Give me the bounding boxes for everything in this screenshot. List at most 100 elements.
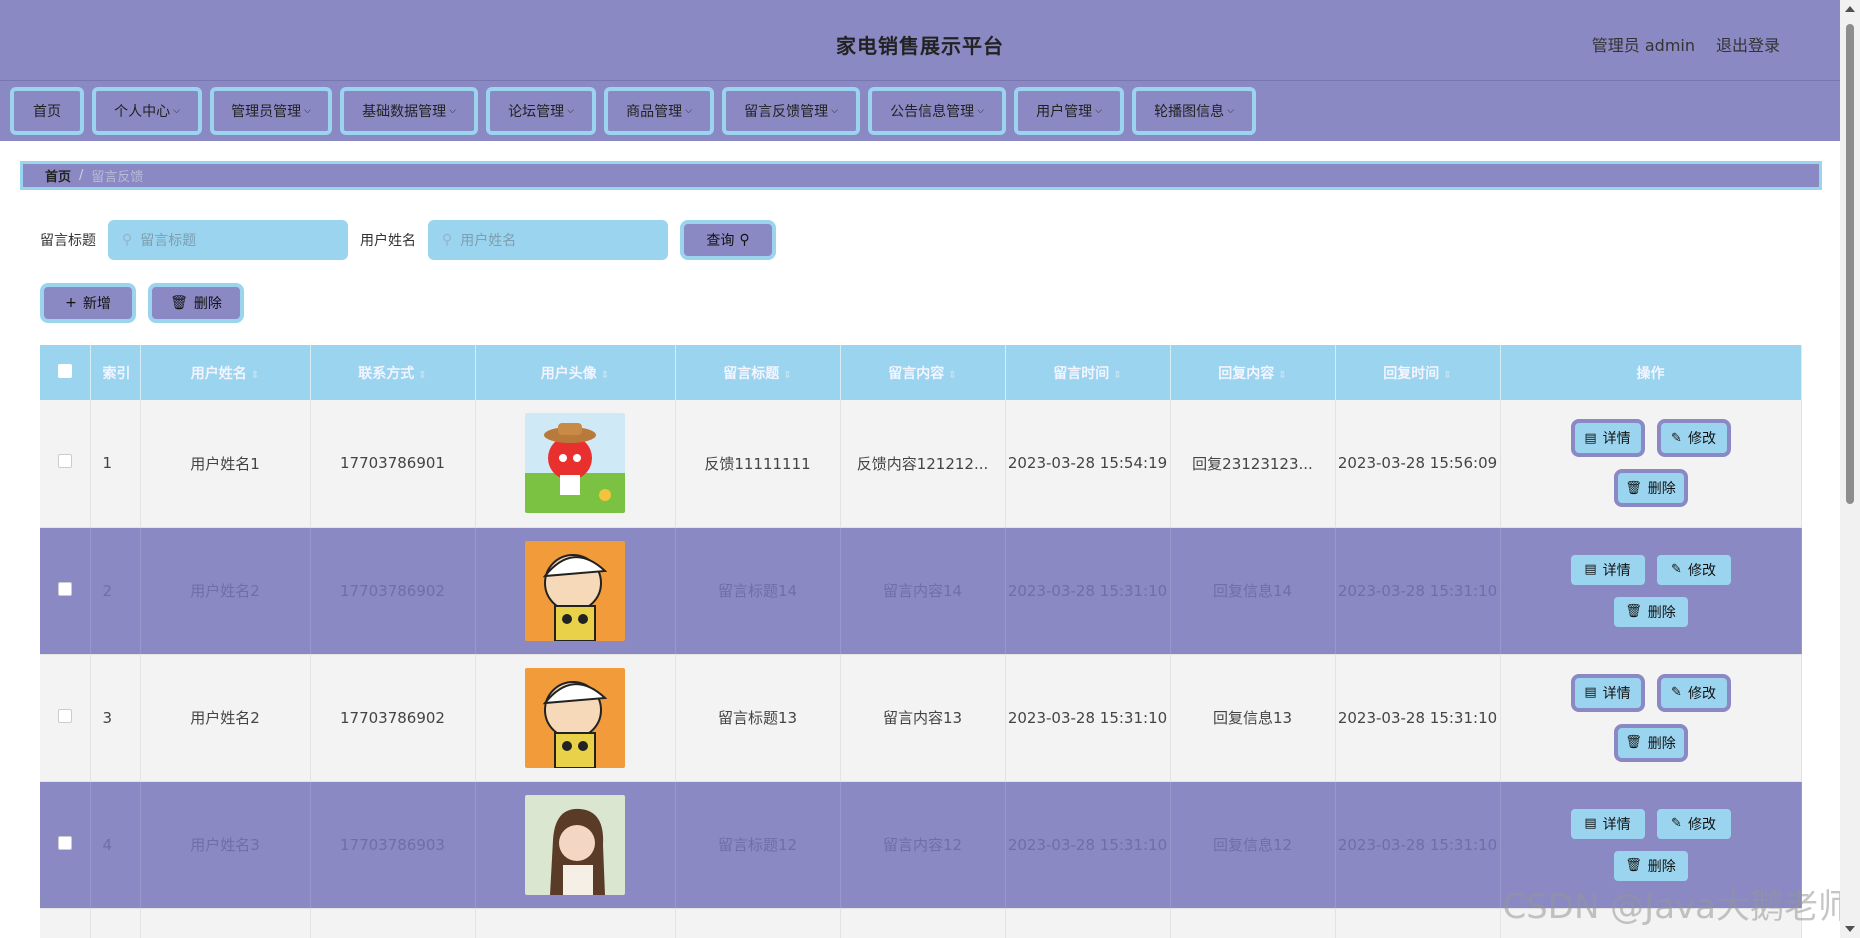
detail-button[interactable]: ▤ 详情 <box>1570 554 1645 585</box>
column-header[interactable]: 用户头像 ⇕ <box>475 345 676 400</box>
nav-item-user[interactable]: 用户管理 ⌵ <box>1014 87 1124 135</box>
bulk-delete-button[interactable]: 🗑 删除 <box>148 283 244 323</box>
row-select-cell[interactable] <box>40 527 91 655</box>
edit-label: 修改 <box>1687 431 1716 448</box>
empty-cell <box>310 908 476 938</box>
empty-cell <box>1335 908 1501 938</box>
reply-time-cell: 2023-03-28 15:31:10 <box>1335 527 1501 655</box>
sort-icon[interactable]: ⇕ <box>948 370 956 381</box>
sort-icon[interactable]: ⇕ <box>1278 370 1286 381</box>
nav-item-basic-data[interactable]: 基础数据管理 ⌵ <box>340 87 478 135</box>
sort-icon[interactable]: ⇕ <box>418 370 426 381</box>
row-select-cell[interactable] <box>40 654 91 782</box>
scroll-thumb[interactable] <box>1846 24 1854 504</box>
delete-button[interactable]: 🗑 删除 <box>1613 850 1688 881</box>
username-cell: 用户姓名2 <box>140 654 311 782</box>
user-search-label: 用户姓名 <box>360 233 416 249</box>
detail-button[interactable]: ▤ 详情 <box>1570 808 1645 839</box>
reply-time-cell: 2023-03-28 15:31:10 <box>1335 654 1501 782</box>
column-header[interactable]: 留言内容 ⇕ <box>840 345 1006 400</box>
row-checkbox[interactable] <box>57 835 72 850</box>
logout-link[interactable]: 退出登录 <box>1716 32 1780 56</box>
delete-label: 删除 <box>1647 604 1676 621</box>
empty-cell <box>40 908 91 938</box>
nav-item-forum[interactable]: 论坛管理 ⌵ <box>486 87 596 135</box>
row-checkbox[interactable] <box>57 708 72 723</box>
detail-button[interactable]: ▤ 详情 <box>1570 673 1645 712</box>
username-cell: 用户姓名2 <box>140 527 311 655</box>
column-header[interactable]: 回复时间 ⇕ <box>1335 345 1501 400</box>
column-header[interactable]: 用户姓名 ⇕ <box>140 345 311 400</box>
trash-icon: 🗑 <box>1625 735 1642 750</box>
nav-item-home[interactable]: 首页 <box>10 87 84 135</box>
username-cell: 用户姓名1 <box>140 400 311 528</box>
column-header[interactable]: 留言标题 ⇕ <box>675 345 841 400</box>
user-search-input[interactable]: ⚲ 用户姓名 <box>428 220 668 260</box>
time-cell: 2023-03-28 15:31:10 <box>1005 527 1171 655</box>
select-all-checkbox[interactable] <box>57 363 72 378</box>
row-checkbox[interactable] <box>57 581 72 596</box>
avatar-cell <box>475 781 676 909</box>
operations-group: ▤ 详情 ✎ 修改 🗑 删除 <box>1501 673 1801 762</box>
nav-item-feedback[interactable]: 留言反馈管理 ⌵ <box>722 87 860 135</box>
column-label: 操作 <box>1636 365 1665 382</box>
column-label: 用户姓名 <box>190 365 247 382</box>
reply-cell: 回复信息12 <box>1170 781 1336 909</box>
document-icon: ▤ <box>1584 685 1597 700</box>
breadcrumb-home[interactable]: 首页 <box>45 166 71 185</box>
detail-label: 详情 <box>1602 816 1631 833</box>
time-cell: 2023-03-28 15:54:19 <box>1005 400 1171 528</box>
row-select-cell[interactable] <box>40 781 91 909</box>
sort-icon[interactable]: ⇕ <box>251 370 259 381</box>
edit-button[interactable]: ✎ 修改 <box>1656 419 1731 458</box>
sort-icon[interactable]: ⇕ <box>1443 370 1451 381</box>
index-cell: 2 <box>90 527 141 655</box>
delete-button[interactable]: 🗑 删除 <box>1613 723 1688 762</box>
sort-icon[interactable]: ⇕ <box>783 370 791 381</box>
pencil-icon: ✎ <box>1671 562 1682 577</box>
detail-label: 详情 <box>1602 562 1631 579</box>
scroll-down-icon[interactable] <box>1845 926 1855 932</box>
content-cell: 反馈内容121212... <box>840 400 1006 528</box>
title-search-input[interactable]: ⚲ 留言标题 <box>108 220 348 260</box>
nav-item-carousel[interactable]: 轮播图信息 ⌵ <box>1132 87 1256 135</box>
column-header[interactable]: 留言时间 ⇕ <box>1005 345 1171 400</box>
column-label: 联系方式 <box>358 365 415 382</box>
chevron-down-icon: ⌵ <box>1095 106 1102 116</box>
nav-item-personal-center[interactable]: 个人中心 ⌵ <box>92 87 202 135</box>
title-cell: 留言标题14 <box>675 527 841 655</box>
feedback-table: 索引 用户姓名 ⇕ 联系方式 ⇕ 用户头像 ⇕ 留言标题 ⇕ 留言内容 ⇕ 留言时间 ⇕ 回… <box>40 345 1802 938</box>
phone-cell: 17703786902 <box>310 654 476 782</box>
operations-group: ▤ 详情 ✎ 修改 🗑 删除 <box>1501 808 1801 881</box>
column-header[interactable]: 回复内容 ⇕ <box>1170 345 1336 400</box>
table-row: 3 用户姓名2 17703786902 留言标题13 留言内容13 2023-03-28 … <box>40 654 1802 782</box>
index-cell: 1 <box>90 400 141 528</box>
detail-button[interactable]: ▤ 详情 <box>1570 419 1645 458</box>
vertical-scrollbar[interactable] <box>1840 0 1860 938</box>
sort-icon[interactable]: ⇕ <box>601 370 609 381</box>
reply-cell: 回复23123123... <box>1170 400 1336 528</box>
reply-cell: 回复信息13 <box>1170 654 1336 782</box>
empty-cell <box>675 908 841 938</box>
edit-button[interactable]: ✎ 修改 <box>1656 808 1731 839</box>
row-select-cell[interactable] <box>40 400 91 528</box>
column-header[interactable]: 联系方式 ⇕ <box>310 345 476 400</box>
delete-button[interactable]: 🗑 删除 <box>1613 596 1688 627</box>
chevron-down-icon: ⌵ <box>173 106 180 116</box>
select-all-cell[interactable] <box>40 345 91 400</box>
query-button[interactable]: 查询 ⚲ <box>680 220 776 260</box>
delete-button[interactable]: 🗑 删除 <box>1613 469 1688 508</box>
nav-item-admin-manage[interactable]: 管理员管理 ⌵ <box>210 87 332 135</box>
user-avatar <box>525 540 625 641</box>
add-button[interactable]: + 新增 <box>40 283 136 323</box>
user-avatar <box>525 794 625 895</box>
sort-icon[interactable]: ⇕ <box>1113 370 1121 381</box>
scroll-up-icon[interactable] <box>1845 6 1855 12</box>
row-checkbox[interactable] <box>57 454 72 469</box>
nav-item-notice[interactable]: 公告信息管理 ⌵ <box>868 87 1006 135</box>
detail-label: 详情 <box>1602 431 1631 448</box>
nav-item-product[interactable]: 商品管理 ⌵ <box>604 87 714 135</box>
edit-button[interactable]: ✎ 修改 <box>1656 554 1731 585</box>
chevron-down-icon: ⌵ <box>449 106 456 116</box>
edit-button[interactable]: ✎ 修改 <box>1656 673 1731 712</box>
